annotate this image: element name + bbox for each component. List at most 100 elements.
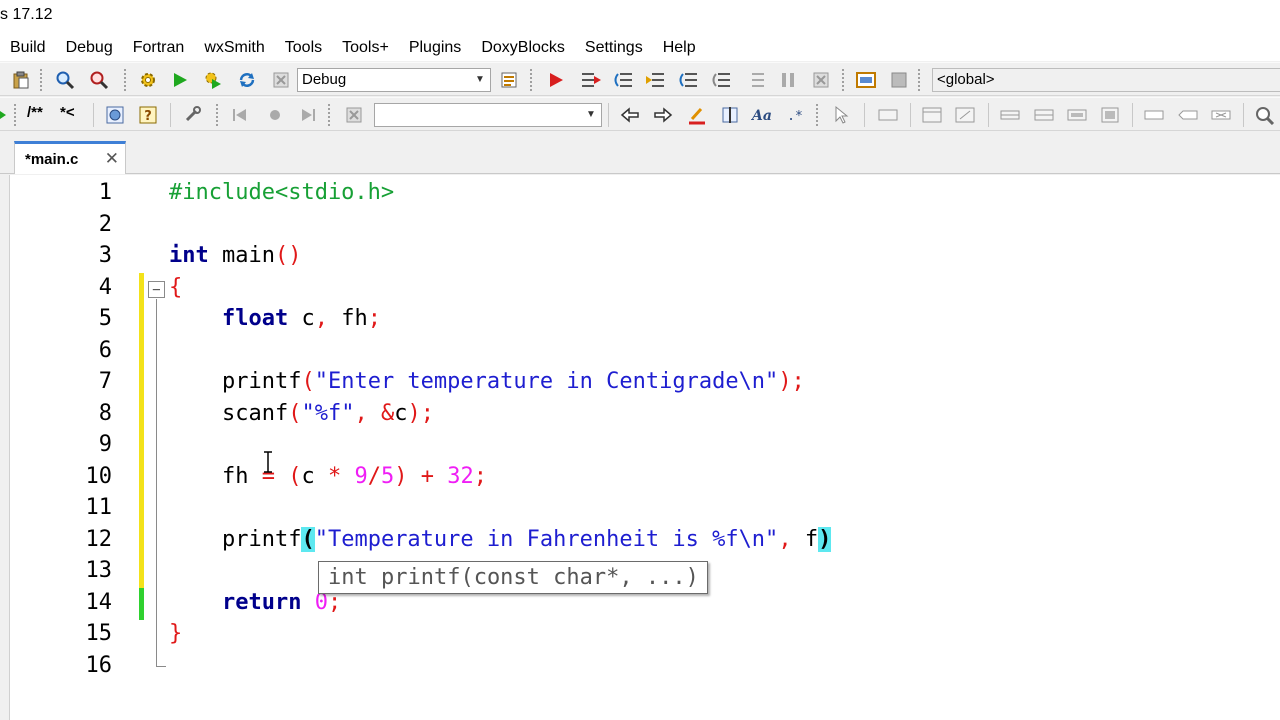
wx-panel-icon[interactable] bbox=[877, 104, 899, 126]
code-line: 10 fh = (c * 9/5) + 32; bbox=[0, 461, 1280, 493]
bookmark-toggle-icon[interactable] bbox=[264, 104, 286, 126]
search-input[interactable]: ▼ bbox=[374, 103, 602, 127]
wx-dialog-icon[interactable] bbox=[921, 104, 943, 126]
toolbar-grip[interactable] bbox=[816, 104, 820, 126]
regex-icon[interactable]: .* bbox=[784, 104, 806, 126]
menu-help[interactable]: Help bbox=[653, 34, 706, 61]
step-out-icon[interactable] bbox=[677, 69, 699, 91]
next-line-icon[interactable] bbox=[612, 69, 634, 91]
comment-block-button[interactable]: /** bbox=[27, 104, 43, 121]
wx-box-sizer-icon[interactable] bbox=[1033, 104, 1055, 126]
clear-bookmarks-icon[interactable] bbox=[343, 104, 365, 126]
code-token: c bbox=[288, 306, 315, 331]
code-token: ) + bbox=[394, 463, 448, 489]
debug-windows-icon[interactable] bbox=[855, 69, 877, 91]
code-text: #include<stdio.h> bbox=[169, 177, 394, 209]
line-number: 13 bbox=[85, 558, 113, 583]
pause-icon[interactable] bbox=[777, 69, 799, 91]
match-case-icon[interactable]: Aa bbox=[751, 104, 773, 126]
run-icon[interactable] bbox=[169, 69, 191, 91]
menu-settings[interactable]: Settings bbox=[575, 34, 653, 61]
wx-expand-icon[interactable] bbox=[1210, 104, 1232, 126]
line-number: 8 bbox=[98, 400, 112, 426]
step-into-icon[interactable] bbox=[644, 69, 666, 91]
code-token: "Enter temperature in Centigrade\n" bbox=[314, 369, 779, 394]
stop-debug-icon[interactable] bbox=[810, 69, 832, 91]
menu-plugins[interactable]: Plugins bbox=[399, 34, 471, 61]
build-target-select[interactable]: Debug ▼ bbox=[297, 68, 491, 92]
build-gear-icon[interactable] bbox=[137, 69, 159, 91]
scope-select[interactable]: <global> bbox=[932, 68, 1280, 92]
toolbar-separator bbox=[988, 103, 989, 127]
code-line: 3 int main() bbox=[0, 240, 1280, 272]
code-token: ( bbox=[301, 369, 315, 394]
menu-build[interactable]: Build bbox=[0, 34, 56, 61]
toolbar-grip[interactable] bbox=[40, 69, 44, 91]
close-icon[interactable]: ✕ bbox=[105, 149, 119, 169]
code-text: printf("Temperature in Fahrenheit is %f\… bbox=[169, 524, 832, 556]
abort-icon[interactable] bbox=[270, 69, 292, 91]
wx-sizer-icon[interactable] bbox=[999, 104, 1021, 126]
code-text: fh = (c * 9/5) + 32; bbox=[169, 461, 487, 493]
code-editor[interactable]: − 1 #include<stdio.h> 2 3 int main() 4 {… bbox=[0, 175, 1280, 720]
wx-spacer-icon[interactable] bbox=[1143, 104, 1165, 126]
toolbar-grip[interactable] bbox=[14, 104, 18, 126]
toolbar-grip[interactable] bbox=[328, 104, 332, 126]
line-number: 11 bbox=[85, 495, 113, 520]
debug-start-icon[interactable] bbox=[545, 69, 567, 91]
code-text: int main() bbox=[169, 240, 301, 272]
build-target-value: Debug bbox=[302, 71, 347, 88]
toolbar-grip[interactable] bbox=[918, 69, 922, 91]
bookmark-next-icon[interactable] bbox=[296, 104, 318, 126]
wx-grid-sizer-icon[interactable] bbox=[1066, 104, 1088, 126]
menu-wxsmith[interactable]: wxSmith bbox=[194, 34, 274, 61]
arrow-right-icon[interactable] bbox=[652, 104, 674, 126]
brace-highlight: ) bbox=[818, 526, 832, 552]
highlight-pen-icon[interactable] bbox=[686, 104, 708, 126]
toolbar-separator bbox=[608, 103, 609, 127]
toolbar-grip[interactable] bbox=[530, 69, 534, 91]
menu-doxyblocks[interactable]: DoxyBlocks bbox=[471, 34, 575, 61]
next-instruction-icon[interactable] bbox=[710, 69, 732, 91]
arrow-left-icon[interactable] bbox=[619, 104, 641, 126]
selected-text-icon[interactable] bbox=[719, 104, 741, 126]
paste-icon[interactable] bbox=[10, 69, 32, 91]
wx-align-icon[interactable] bbox=[1177, 104, 1199, 126]
find-icon[interactable] bbox=[54, 69, 76, 91]
code-token: scanf bbox=[221, 400, 289, 426]
menu-fortran[interactable]: Fortran bbox=[123, 34, 195, 61]
chevron-down-icon[interactable]: ▼ bbox=[581, 104, 601, 126]
tab-main-c[interactable]: *main.c ✕ bbox=[14, 141, 126, 174]
wx-flex-sizer-icon[interactable] bbox=[1099, 104, 1121, 126]
rebuild-icon[interactable] bbox=[236, 69, 258, 91]
bookmark-prev-icon[interactable] bbox=[230, 104, 252, 126]
menu-debug[interactable]: Debug bbox=[56, 34, 123, 61]
play-small-icon[interactable] bbox=[0, 104, 8, 126]
toolbar-grip[interactable] bbox=[842, 69, 846, 91]
menu-tools[interactable]: Tools bbox=[275, 34, 332, 61]
replace-icon[interactable] bbox=[88, 69, 110, 91]
build-run-icon[interactable] bbox=[202, 69, 224, 91]
chevron-down-icon[interactable]: ▼ bbox=[470, 69, 490, 91]
doxywizard-icon[interactable] bbox=[104, 104, 126, 126]
calltip-tooltip: int printf(const char*, ...) bbox=[318, 561, 708, 594]
menu-tools-plus[interactable]: Tools+ bbox=[332, 34, 399, 61]
toolbar-separator bbox=[93, 103, 94, 127]
debug-info-icon[interactable] bbox=[888, 69, 910, 91]
wrench-icon[interactable] bbox=[181, 104, 203, 126]
code-text: return 0; bbox=[169, 587, 341, 619]
run-to-cursor-icon[interactable] bbox=[580, 69, 602, 91]
code-text: { bbox=[169, 272, 182, 304]
comment-line-button[interactable]: *< bbox=[60, 104, 75, 121]
select-pointer-icon[interactable] bbox=[830, 104, 852, 126]
toolbar-grip[interactable] bbox=[124, 69, 128, 91]
build-options-icon[interactable] bbox=[498, 69, 520, 91]
help-icon[interactable]: ? bbox=[137, 104, 159, 126]
code-token: "%f" bbox=[301, 400, 355, 426]
wx-frame-icon[interactable] bbox=[954, 104, 976, 126]
zoom-icon[interactable] bbox=[1254, 104, 1276, 126]
code-token: { bbox=[169, 274, 183, 300]
toolbar-grip[interactable] bbox=[216, 104, 220, 126]
step-into-instruction-icon[interactable] bbox=[744, 69, 766, 91]
